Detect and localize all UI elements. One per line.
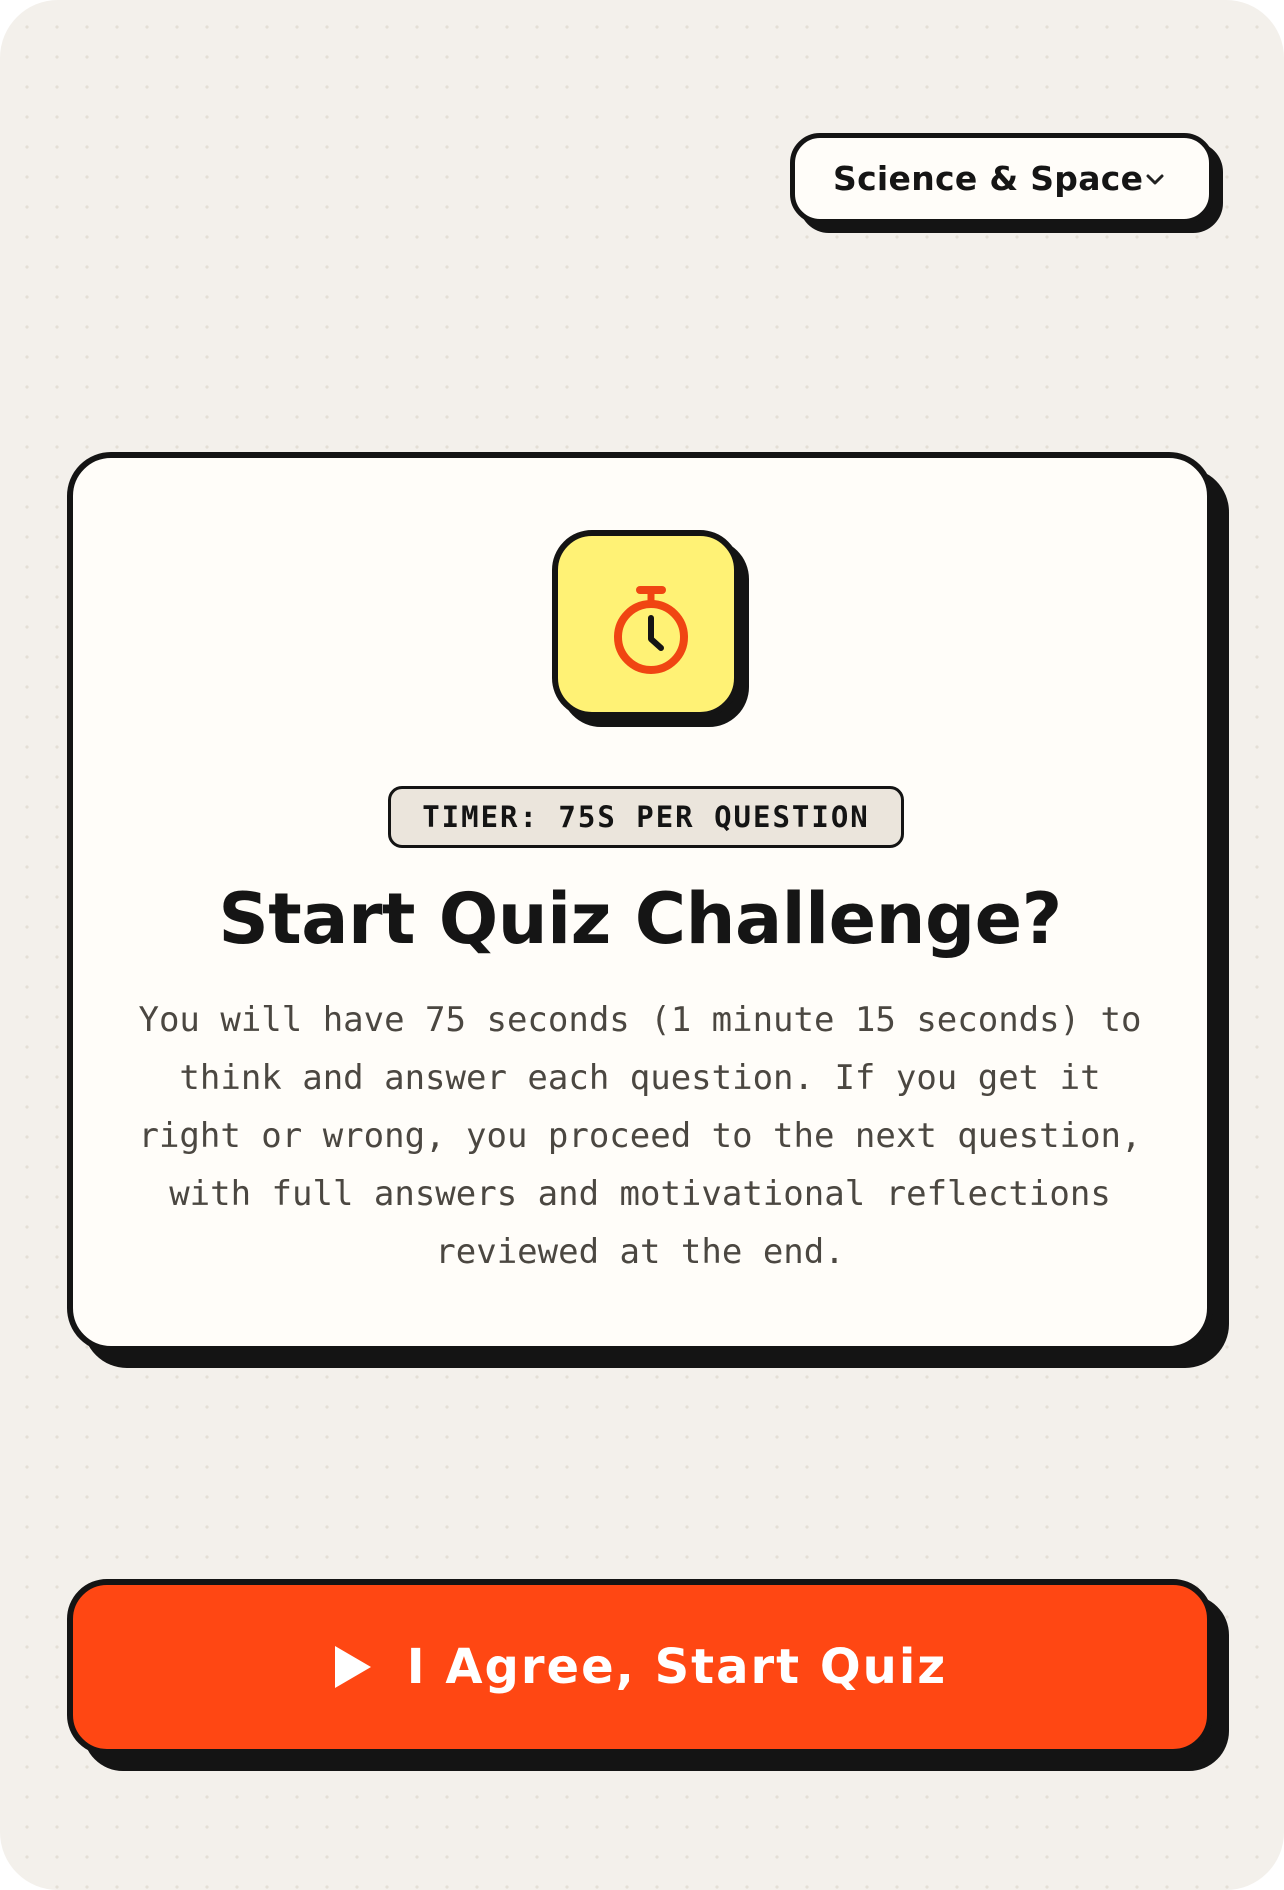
quiz-intro-screen: Science & Space TIMER: 75S PER QUESTION …	[0, 0, 1284, 1890]
quiz-intro-card: TIMER: 75S PER QUESTION Start Quiz Chall…	[67, 452, 1213, 1352]
chevron-down-icon	[1146, 174, 1164, 185]
page-title: Start Quiz Challenge?	[218, 878, 1062, 960]
play-icon	[334, 1646, 371, 1688]
start-quiz-button[interactable]: I Agree, Start Quiz	[67, 1579, 1213, 1755]
quiz-description: You will have 75 seconds (1 minute 15 se…	[138, 1000, 1142, 1272]
timer-icon-tile	[552, 530, 740, 718]
stopwatch-icon	[614, 586, 688, 674]
start-quiz-label: I Agree, Start Quiz	[406, 1639, 948, 1695]
category-dropdown[interactable]: Science & Space	[790, 133, 1214, 224]
category-dropdown-label: Science & Space	[833, 159, 1144, 198]
timer-badge: TIMER: 75S PER QUESTION	[388, 786, 904, 848]
